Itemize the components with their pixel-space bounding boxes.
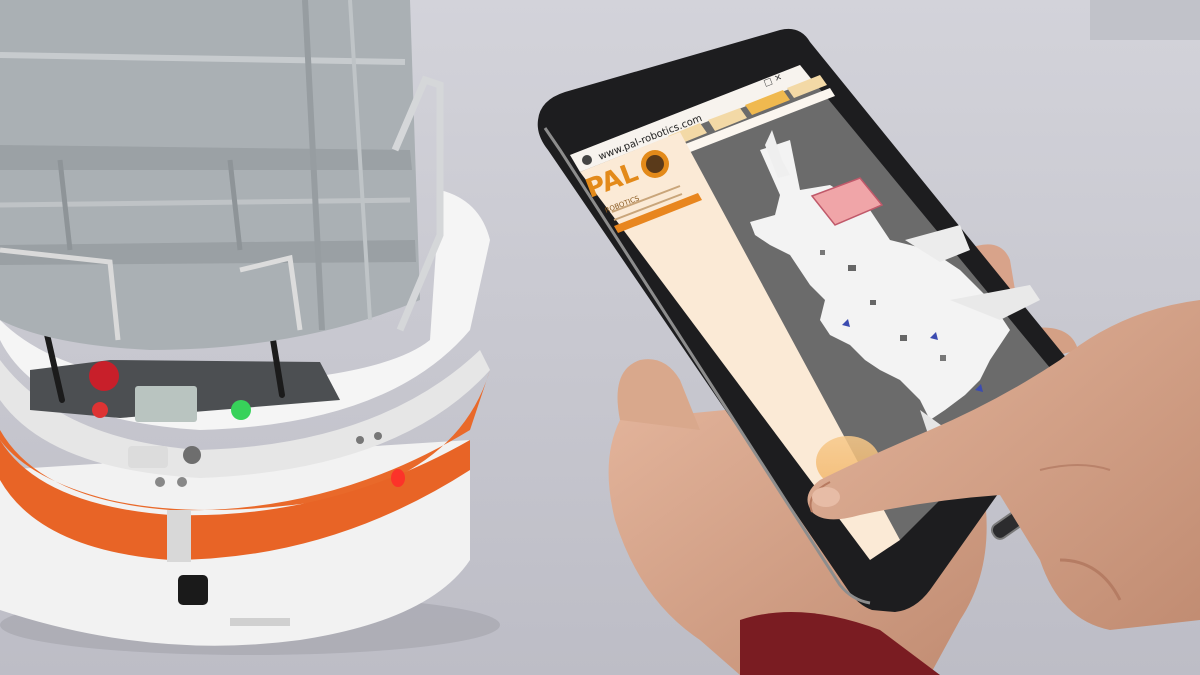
green-indicator-light: [231, 400, 251, 420]
camera-sensor: [183, 446, 201, 464]
red-status-light: [391, 469, 405, 487]
browser-back-icon[interactable]: [582, 155, 592, 165]
photo-illustration: www.pal-robotics.com □ ✕ PAL ROBOTICS: [0, 0, 1200, 675]
fingertip: [812, 487, 840, 507]
robot-stripe-gap: [167, 510, 191, 562]
robot-display: [135, 386, 197, 422]
emergency-stop-button: [89, 361, 119, 391]
red-indicator-light: [92, 402, 108, 418]
background-object: [1090, 0, 1200, 40]
photo-scene: www.pal-robotics.com □ ✕ PAL ROBOTICS: [0, 0, 1200, 675]
robot-port: [178, 575, 208, 605]
